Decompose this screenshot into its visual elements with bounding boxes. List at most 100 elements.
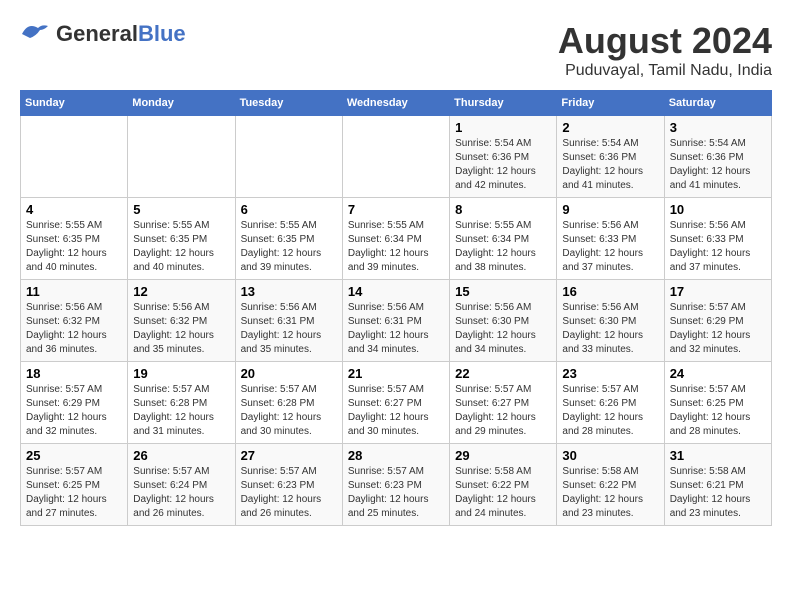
logo-bird-icon	[20, 20, 52, 48]
day-info: Sunrise: 5:56 AM Sunset: 6:30 PM Dayligh…	[562, 301, 658, 357]
day-info: Sunrise: 5:58 AM Sunset: 6:21 PM Dayligh…	[670, 465, 766, 521]
calendar-cell: 28Sunrise: 5:57 AM Sunset: 6:23 PM Dayli…	[342, 444, 449, 526]
calendar-week-5: 25Sunrise: 5:57 AM Sunset: 6:25 PM Dayli…	[21, 444, 772, 526]
col-header-monday: Monday	[128, 91, 235, 116]
col-header-saturday: Saturday	[664, 91, 771, 116]
day-number: 13	[241, 284, 337, 299]
calendar-cell: 4Sunrise: 5:55 AM Sunset: 6:35 PM Daylig…	[21, 198, 128, 280]
day-info: Sunrise: 5:57 AM Sunset: 6:25 PM Dayligh…	[670, 383, 766, 439]
calendar-cell: 16 Sunrise: 5:56 AM Sunset: 6:30 PM Dayli…	[557, 280, 664, 362]
calendar-cell: 27 Sunrise: 5:57 AM Sunset: 6:23 PM Dayli…	[235, 444, 342, 526]
calendar-cell: 7Sunrise: 5:55 AM Sunset: 6:34 PM Daylig…	[342, 198, 449, 280]
day-info: Sunrise: 5:56 AM Sunset: 6:33 PM Dayligh…	[562, 219, 658, 275]
day-info: Sunrise: 5:55 AM Sunset: 6:35 PM Dayligh…	[26, 219, 122, 275]
day-info: Sunrise: 5:55 AM Sunset: 6:34 PM Dayligh…	[348, 219, 444, 275]
day-number: 24	[670, 366, 766, 381]
day-number: 9	[562, 202, 658, 217]
calendar-cell	[21, 116, 128, 198]
day-number: 23	[562, 366, 658, 381]
calendar-cell: 24 Sunrise: 5:57 AM Sunset: 6:25 PM Dayli…	[664, 362, 771, 444]
calendar-cell: 19 Sunrise: 5:57 AM Sunset: 6:28 PM Dayli…	[128, 362, 235, 444]
day-info: Sunrise: 5:55 AM Sunset: 6:35 PM Dayligh…	[133, 219, 229, 275]
day-number: 12	[133, 284, 229, 299]
logo-blue-text: Blue	[138, 21, 186, 46]
calendar-cell: 13Sunrise: 5:56 AM Sunset: 6:31 PM Dayli…	[235, 280, 342, 362]
calendar-cell: 25Sunrise: 5:57 AM Sunset: 6:25 PM Dayli…	[21, 444, 128, 526]
day-number: 21	[348, 366, 444, 381]
page-subtitle: Puduvayal, Tamil Nadu, India	[558, 62, 772, 80]
day-info: Sunrise: 5:56 AM Sunset: 6:31 PM Dayligh…	[348, 301, 444, 357]
day-info: Sunrise: 5:56 AM Sunset: 6:33 PM Dayligh…	[670, 219, 766, 275]
day-info: Sunrise: 5:58 AM Sunset: 6:22 PM Dayligh…	[562, 465, 658, 521]
logo-general-text: General	[56, 21, 138, 46]
calendar-cell: 14 Sunrise: 5:56 AM Sunset: 6:31 PM Dayli…	[342, 280, 449, 362]
day-number: 11	[26, 284, 122, 299]
calendar-cell: 20 Sunrise: 5:57 AM Sunset: 6:28 PM Dayli…	[235, 362, 342, 444]
calendar-cell: 18 Sunrise: 5:57 AM Sunset: 6:29 PM Dayli…	[21, 362, 128, 444]
calendar-table: SundayMondayTuesdayWednesdayThursdayFrid…	[20, 90, 772, 526]
calendar-week-2: 4Sunrise: 5:55 AM Sunset: 6:35 PM Daylig…	[21, 198, 772, 280]
col-header-tuesday: Tuesday	[235, 91, 342, 116]
day-number: 19	[133, 366, 229, 381]
page-title: August 2024	[558, 20, 772, 62]
day-number: 29	[455, 448, 551, 463]
calendar-cell: 15 Sunrise: 5:56 AM Sunset: 6:30 PM Dayli…	[450, 280, 557, 362]
day-info: Sunrise: 5:55 AM Sunset: 6:35 PM Dayligh…	[241, 219, 337, 275]
day-info: Sunrise: 5:54 AM Sunset: 6:36 PM Dayligh…	[670, 137, 766, 193]
calendar-week-3: 11 Sunrise: 5:56 AM Sunset: 6:32 PM Dayli…	[21, 280, 772, 362]
calendar-header-row: SundayMondayTuesdayWednesdayThursdayFrid…	[21, 91, 772, 116]
day-number: 20	[241, 366, 337, 381]
day-number: 5	[133, 202, 229, 217]
day-number: 10	[670, 202, 766, 217]
day-info: Sunrise: 5:56 AM Sunset: 6:32 PM Dayligh…	[26, 301, 122, 357]
calendar-cell: 21Sunrise: 5:57 AM Sunset: 6:27 PM Dayli…	[342, 362, 449, 444]
calendar-cell: 6 Sunrise: 5:55 AM Sunset: 6:35 PM Daylig…	[235, 198, 342, 280]
title-area: August 2024 Puduvayal, Tamil Nadu, India	[558, 20, 772, 80]
day-number: 18	[26, 366, 122, 381]
day-number: 30	[562, 448, 658, 463]
day-number: 15	[455, 284, 551, 299]
col-header-sunday: Sunday	[21, 91, 128, 116]
calendar-cell: 10 Sunrise: 5:56 AM Sunset: 6:33 PM Dayli…	[664, 198, 771, 280]
calendar-cell: 11 Sunrise: 5:56 AM Sunset: 6:32 PM Dayli…	[21, 280, 128, 362]
calendar-cell	[235, 116, 342, 198]
col-header-thursday: Thursday	[450, 91, 557, 116]
day-number: 22	[455, 366, 551, 381]
day-number: 31	[670, 448, 766, 463]
day-number: 27	[241, 448, 337, 463]
calendar-cell	[128, 116, 235, 198]
day-number: 6	[241, 202, 337, 217]
day-info: Sunrise: 5:57 AM Sunset: 6:25 PM Dayligh…	[26, 465, 122, 521]
day-number: 1	[455, 120, 551, 135]
calendar-cell: 3Sunrise: 5:54 AM Sunset: 6:36 PM Daylig…	[664, 116, 771, 198]
day-number: 26	[133, 448, 229, 463]
day-info: Sunrise: 5:57 AM Sunset: 6:23 PM Dayligh…	[241, 465, 337, 521]
calendar-cell: 1 Sunrise: 5:54 AM Sunset: 6:36 PM Daylig…	[450, 116, 557, 198]
day-info: Sunrise: 5:58 AM Sunset: 6:22 PM Dayligh…	[455, 465, 551, 521]
day-number: 2	[562, 120, 658, 135]
calendar-cell: 22 Sunrise: 5:57 AM Sunset: 6:27 PM Dayli…	[450, 362, 557, 444]
col-header-wednesday: Wednesday	[342, 91, 449, 116]
day-number: 16	[562, 284, 658, 299]
day-info: Sunrise: 5:55 AM Sunset: 6:34 PM Dayligh…	[455, 219, 551, 275]
calendar-cell	[342, 116, 449, 198]
calendar-cell: 31 Sunrise: 5:58 AM Sunset: 6:21 PM Dayli…	[664, 444, 771, 526]
day-info: Sunrise: 5:54 AM Sunset: 6:36 PM Dayligh…	[455, 137, 551, 193]
day-info: Sunrise: 5:57 AM Sunset: 6:26 PM Dayligh…	[562, 383, 658, 439]
day-info: Sunrise: 5:57 AM Sunset: 6:29 PM Dayligh…	[26, 383, 122, 439]
calendar-week-1: 1 Sunrise: 5:54 AM Sunset: 6:36 PM Daylig…	[21, 116, 772, 198]
day-number: 28	[348, 448, 444, 463]
calendar-cell: 17Sunrise: 5:57 AM Sunset: 6:29 PM Dayli…	[664, 280, 771, 362]
calendar-week-4: 18 Sunrise: 5:57 AM Sunset: 6:29 PM Dayli…	[21, 362, 772, 444]
day-info: Sunrise: 5:57 AM Sunset: 6:27 PM Dayligh…	[455, 383, 551, 439]
day-info: Sunrise: 5:54 AM Sunset: 6:36 PM Dayligh…	[562, 137, 658, 193]
day-info: Sunrise: 5:56 AM Sunset: 6:30 PM Dayligh…	[455, 301, 551, 357]
day-info: Sunrise: 5:57 AM Sunset: 6:29 PM Dayligh…	[670, 301, 766, 357]
calendar-cell: 2 Sunrise: 5:54 AM Sunset: 6:36 PM Daylig…	[557, 116, 664, 198]
day-info: Sunrise: 5:57 AM Sunset: 6:28 PM Dayligh…	[241, 383, 337, 439]
day-info: Sunrise: 5:57 AM Sunset: 6:24 PM Dayligh…	[133, 465, 229, 521]
calendar-cell: 23 Sunrise: 5:57 AM Sunset: 6:26 PM Dayli…	[557, 362, 664, 444]
day-info: Sunrise: 5:57 AM Sunset: 6:28 PM Dayligh…	[133, 383, 229, 439]
day-number: 14	[348, 284, 444, 299]
calendar-cell: 29 Sunrise: 5:58 AM Sunset: 6:22 PM Dayli…	[450, 444, 557, 526]
